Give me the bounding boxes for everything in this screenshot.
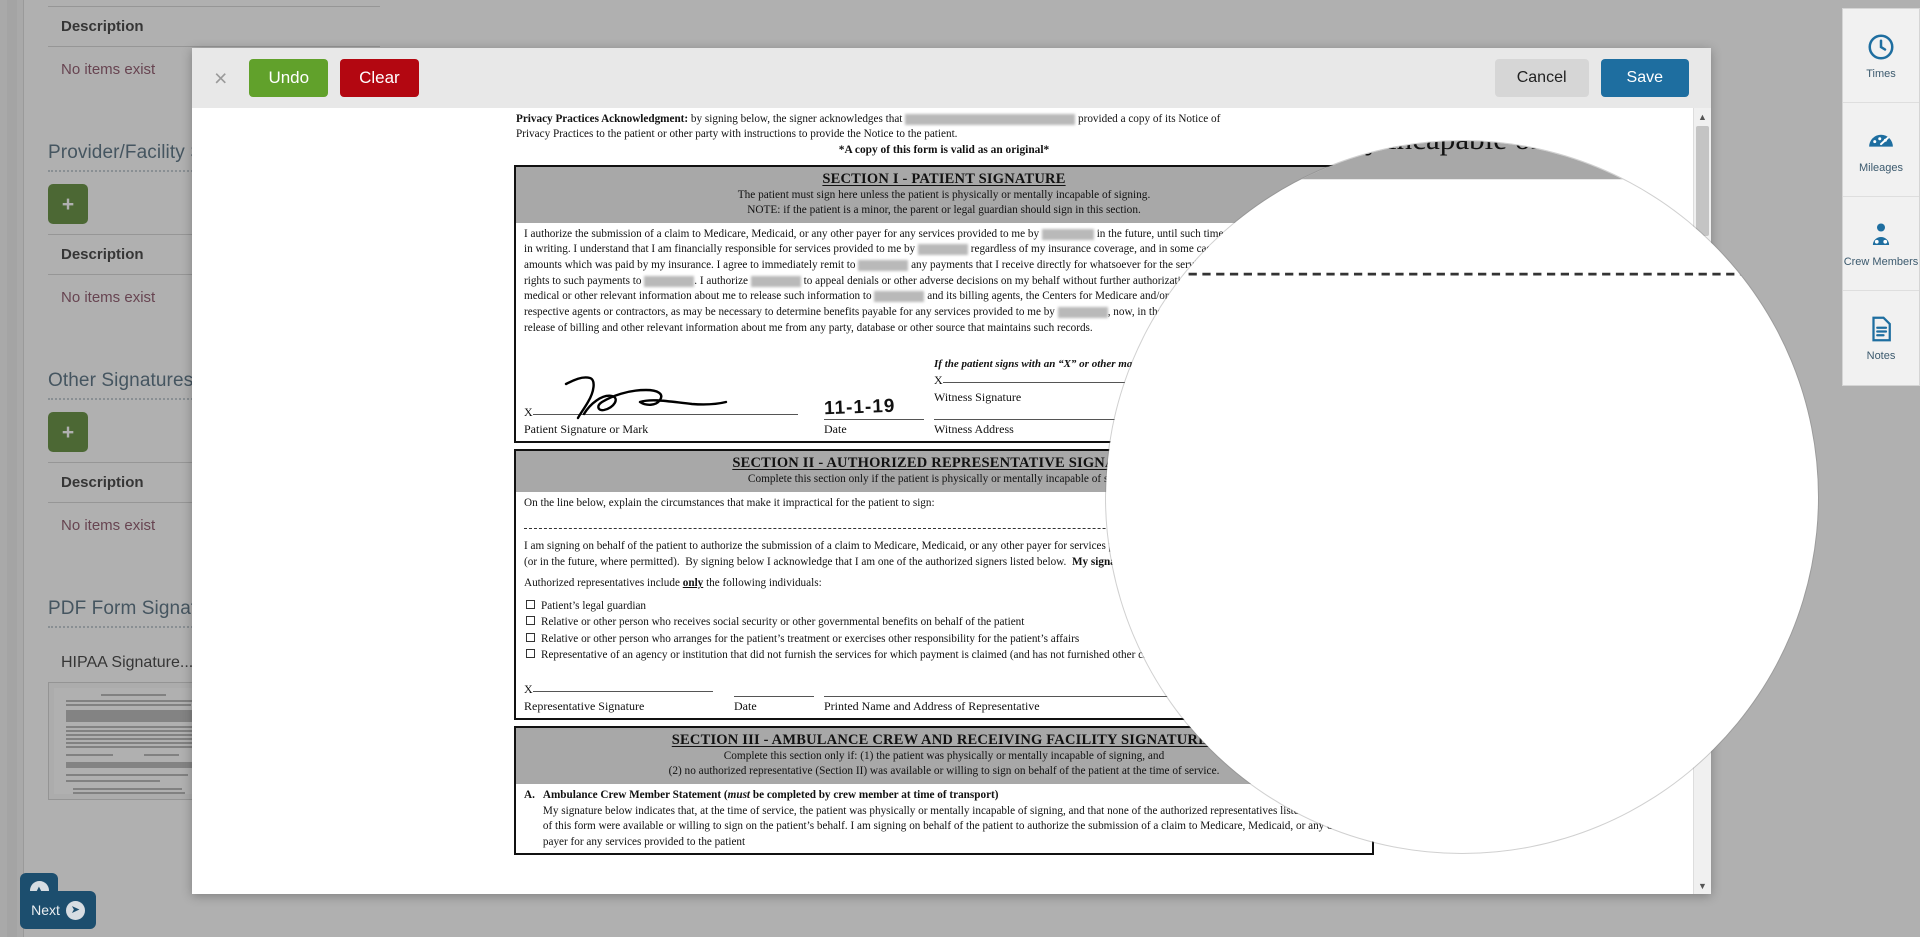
- section-3-item-a-title: Ambulance Crew Member Statement (must be…: [542, 789, 999, 802]
- person-icon: [1866, 220, 1896, 250]
- section-3-item-a-label: A.: [524, 789, 535, 802]
- close-icon[interactable]: ×: [210, 66, 237, 90]
- tool-item-crew-members[interactable]: Crew Members: [1843, 197, 1919, 291]
- reps-intro-1: Authorized representatives include: [524, 577, 683, 590]
- privacy-practices-text-1: by signing below, the signer acknowledge…: [688, 113, 903, 125]
- speedometer-icon: [1866, 126, 1896, 156]
- patient-signature-x: X: [524, 405, 533, 420]
- tool-item-times[interactable]: Times: [1843, 9, 1919, 103]
- privacy-practices-text-3: Privacy Practices to the patient or othe…: [516, 128, 958, 141]
- loupe-section-2-band: SECTION II - AUTHORIZED REPRESENTATIVE S…: [1106, 141, 1818, 181]
- tool-label-notes: Notes: [1866, 350, 1896, 362]
- tool-item-mileages[interactable]: Mileages: [1843, 103, 1919, 197]
- section-3-item-a: A. Ambulance Crew Member Statement (must…: [516, 784, 1372, 853]
- save-button[interactable]: Save: [1600, 59, 1689, 97]
- redacted-company-name-1: [905, 113, 1076, 125]
- tool-label-times: Times: [1866, 67, 1896, 80]
- reps-intro-2: the following individuals:: [703, 577, 822, 590]
- magnifier-loupe: which was paid by my insurance. I agree …: [1106, 141, 1818, 853]
- checkbox-icon[interactable]: [526, 632, 535, 642]
- representative-signature-x: X: [524, 682, 533, 697]
- representative-date-cell[interactable]: Date: [734, 696, 824, 714]
- rep-label-0: Patient’s legal guardian: [541, 600, 647, 613]
- tool-item-notes[interactable]: Notes: [1843, 291, 1919, 385]
- tool-label-crew-members: Crew Members: [1843, 255, 1919, 268]
- representative-signature-cell[interactable]: X Representative Signature: [524, 679, 734, 714]
- checkbox-icon[interactable]: [526, 648, 535, 658]
- patient-date-cell[interactable]: 11-1-19 Date: [823, 396, 934, 437]
- section-3-item-a-body: My signature below indicates that, at th…: [542, 804, 1363, 849]
- clear-button[interactable]: Clear: [340, 59, 419, 97]
- tool-label-mileages: Mileages: [1858, 161, 1904, 174]
- modal-toolbar: × Undo Clear Cancel Save: [192, 48, 1711, 108]
- patient-signature-caption: Patient Signature or Mark: [524, 422, 649, 437]
- cancel-button[interactable]: Cancel: [1494, 59, 1589, 97]
- rep-label-1: Relative or other person who receives so…: [541, 616, 1025, 629]
- checkbox-icon[interactable]: [526, 616, 535, 626]
- patient-date-value: 11-1-19: [823, 396, 896, 420]
- magnified-document-content: which was paid by my insurance. I agree …: [1106, 141, 1818, 304]
- checkbox-icon[interactable]: [526, 600, 535, 610]
- clock-icon: [1866, 32, 1896, 62]
- scroll-up-arrow-icon[interactable]: ▲: [1694, 108, 1711, 125]
- loupe-section-2-sub: Complete this section only if the patien…: [1106, 141, 1648, 159]
- patient-date-caption: Date: [824, 422, 847, 437]
- next-button[interactable]: Next ➤: [20, 891, 96, 929]
- privacy-practices-label: Privacy Practices Acknowledgment:: [516, 113, 689, 125]
- right-tool-rail: Times Mileages Crew Members Notes: [1842, 8, 1920, 386]
- reps-intro-only: only: [682, 577, 704, 590]
- loupe-section-2-prompt: On the line below, explain the circumsta…: [1106, 180, 1818, 246]
- next-button-label: Next: [31, 902, 60, 918]
- patient-signature-cell[interactable]: X Patient Signature or Mark: [524, 376, 824, 437]
- undo-button[interactable]: Undo: [249, 59, 329, 97]
- arrow-right-icon: ➤: [65, 900, 85, 920]
- notes-icon: [1866, 314, 1896, 344]
- representative-signature-caption: Representative Signature: [524, 699, 645, 714]
- rep-label-2: Relative or other person who arranges fo…: [541, 632, 1080, 645]
- scroll-down-arrow-icon[interactable]: ▼: [1694, 877, 1711, 894]
- representative-date-caption: Date: [734, 699, 757, 714]
- privacy-practices-text-2: provided a copy of its Notice of: [1078, 113, 1221, 125]
